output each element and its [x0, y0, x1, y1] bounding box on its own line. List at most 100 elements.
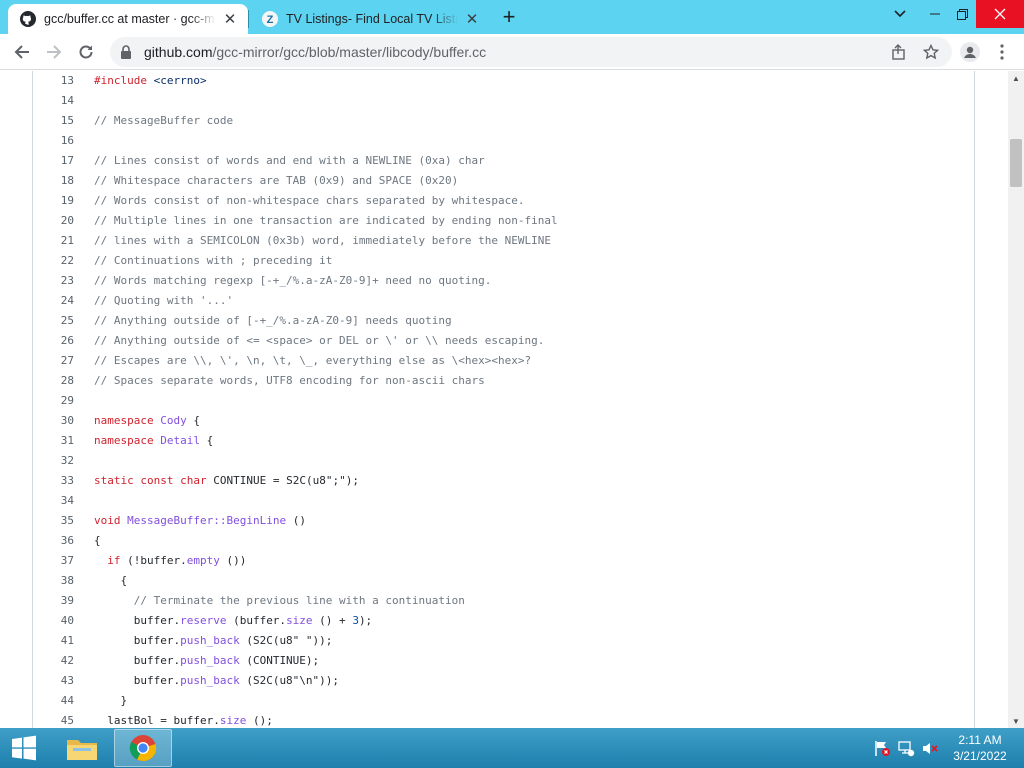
tab-tv-listings[interactable]: Z TV Listings- Find Local TV Listings ✕: [250, 4, 490, 34]
code-token: 3: [352, 614, 359, 627]
code-text: #include <cerrno>: [94, 71, 207, 91]
code-text: }: [94, 691, 127, 711]
line-number[interactable]: 33: [33, 471, 74, 491]
line-number[interactable]: 21: [33, 231, 74, 251]
code-token: char: [180, 474, 207, 487]
line-number[interactable]: 15: [33, 111, 74, 131]
system-clock[interactable]: 2:11 AM 3/21/2022: [944, 732, 1016, 764]
code-line: 17 // Lines consist of words and end with…: [33, 151, 973, 171]
code-line: 45 lastBol = buffer.size ();: [33, 711, 973, 728]
line-number[interactable]: 41: [33, 631, 74, 651]
chrome-taskbar-icon[interactable]: [114, 729, 172, 767]
line-number[interactable]: 42: [33, 651, 74, 671]
code-text: // Lines consist of words and end with a…: [94, 151, 485, 171]
line-number[interactable]: 27: [33, 351, 74, 371]
code-token: buffer.: [94, 634, 181, 647]
restore-button[interactable]: [947, 0, 977, 28]
code-text: // Spaces separate words, UTF8 encoding …: [94, 371, 485, 391]
code-token: static: [94, 474, 134, 487]
code-token: // Continuations with ; preceding it: [94, 254, 333, 267]
lock-icon[interactable]: [120, 45, 134, 59]
line-number[interactable]: 40: [33, 611, 74, 631]
volume-muted-icon[interactable]: [920, 728, 940, 768]
line-number[interactable]: 31: [33, 431, 74, 451]
forward-arrow-icon[interactable]: [40, 38, 68, 66]
code-token: // MessageBuffer code: [94, 114, 234, 127]
line-number[interactable]: 37: [33, 551, 74, 571]
code-token: Cody: [160, 414, 187, 427]
line-number[interactable]: 39: [33, 591, 74, 611]
line-number[interactable]: 16: [33, 131, 74, 151]
line-number[interactable]: 28: [33, 371, 74, 391]
back-arrow-icon[interactable]: [8, 38, 36, 66]
line-number[interactable]: 26: [33, 331, 74, 351]
code-line: 35 void MessageBuffer::BeginLine (): [33, 511, 973, 531]
tab-search-chevron-icon[interactable]: [885, 0, 915, 28]
windows-start-icon[interactable]: [0, 728, 48, 768]
tab-github-buffer[interactable]: gcc/buffer.cc at master · gcc-mirror/gcc…: [8, 4, 248, 34]
code-line: 27 // Escapes are \\, \', \n, \t, \_, eve…: [33, 351, 973, 371]
url-path: /gcc-mirror/gcc/blob/master/libcody/buff…: [212, 44, 487, 60]
bookmark-star-icon[interactable]: [918, 37, 944, 67]
line-number[interactable]: 17: [33, 151, 74, 171]
new-tab-button[interactable]: +: [497, 4, 521, 29]
scroll-down-arrow-icon[interactable]: ▼: [1008, 714, 1024, 728]
code-token: push_back: [180, 634, 240, 647]
code-text: if (!buffer.empty ()): [94, 551, 246, 571]
reload-icon[interactable]: [72, 38, 100, 66]
clock-date: 3/21/2022: [953, 749, 1007, 763]
code-token: // Quoting with '...': [94, 294, 234, 307]
vertical-scrollbar[interactable]: ▲ ▼: [1008, 71, 1024, 728]
scroll-up-arrow-icon[interactable]: ▲: [1008, 71, 1024, 85]
line-number[interactable]: 36: [33, 531, 74, 551]
share-icon[interactable]: [886, 37, 912, 67]
tab-separator: [248, 10, 249, 28]
line-number[interactable]: 14: [33, 91, 74, 111]
code-text: static const char CONTINUE = S2C(u8";");: [94, 471, 359, 491]
address-bar[interactable]: github.com/gcc-mirror/gcc/blob/master/li…: [110, 37, 952, 67]
code-token: // lines with a SEMICOLON (0x3b) word, i…: [94, 234, 551, 247]
kebab-menu-icon[interactable]: [988, 38, 1016, 66]
code-text: buffer.push_back (CONTINUE);: [94, 651, 319, 671]
code-text: lastBol = buffer.size ();: [94, 711, 273, 728]
line-number[interactable]: 32: [33, 451, 74, 471]
scrollbar-thumb[interactable]: [1010, 139, 1022, 187]
line-number[interactable]: 29: [33, 391, 74, 411]
profile-avatar-icon[interactable]: [956, 38, 984, 66]
line-number[interactable]: 38: [33, 571, 74, 591]
code-token: namespace: [94, 414, 154, 427]
line-number[interactable]: 34: [33, 491, 74, 511]
close-tab-icon[interactable]: ✕: [462, 9, 482, 29]
line-number[interactable]: 30: [33, 411, 74, 431]
file-explorer-icon[interactable]: [56, 728, 108, 768]
line-number[interactable]: 23: [33, 271, 74, 291]
line-number[interactable]: 25: [33, 311, 74, 331]
code-line: 14: [33, 91, 973, 111]
minimize-button[interactable]: [920, 0, 950, 28]
close-tab-icon[interactable]: ✕: [220, 9, 240, 29]
code-text: buffer.push_back (S2C(u8"\n"));: [94, 671, 339, 691]
code-line: 42 buffer.push_back (CONTINUE);: [33, 651, 973, 671]
close-window-button[interactable]: [976, 0, 1024, 28]
line-number[interactable]: 19: [33, 191, 74, 211]
line-number[interactable]: 44: [33, 691, 74, 711]
code-token: // Terminate the previous line with a co…: [133, 594, 465, 607]
line-number[interactable]: 43: [33, 671, 74, 691]
action-center-flag-icon[interactable]: [872, 728, 892, 768]
network-icon[interactable]: [896, 728, 916, 768]
line-number[interactable]: 35: [33, 511, 74, 531]
code-line: 36 {: [33, 531, 973, 551]
line-number[interactable]: 22: [33, 251, 74, 271]
code-token: ();: [246, 714, 273, 727]
line-number[interactable]: 45: [33, 711, 74, 728]
code-token: // Words matching regexp [-+_/%.a-zA-Z0-…: [94, 274, 492, 287]
line-number[interactable]: 13: [33, 71, 74, 91]
line-number[interactable]: 18: [33, 171, 74, 191]
line-number[interactable]: 24: [33, 291, 74, 311]
code-line: 18 // Whitespace characters are TAB (0x9)…: [33, 171, 973, 191]
url-text: github.com/gcc-mirror/gcc/blob/master/li…: [144, 44, 486, 60]
code-line: 43 buffer.push_back (S2C(u8"\n"));: [33, 671, 973, 691]
code-token: namespace: [94, 434, 154, 447]
line-number[interactable]: 20: [33, 211, 74, 231]
code-line: 40 buffer.reserve (buffer.size () + 3);: [33, 611, 973, 631]
